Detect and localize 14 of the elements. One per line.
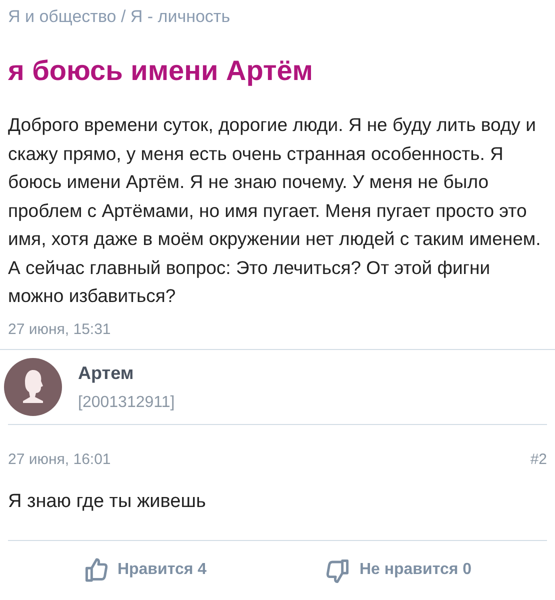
dislike-button[interactable]: Не нравится 0	[325, 557, 472, 584]
answer-text: Я знаю где ты живешь	[8, 490, 207, 514]
question-text: Доброго времени суток, дорогие люди. Я не буду лить воду и скажу прямо, у меня есть очень странная особенность. Я боюсь имени Артём. Я не знаю почему. У меня не было проблем с Артёмами, но имя пугает. Меня пугает просто это имя, хотя даже в моём окружении нет людей с таким именем. А сейчас главный вопрос: Это лечиться? От этой фигни можно избавиться?	[8, 113, 542, 308]
question-date: 27 июня, 15:31	[8, 320, 112, 340]
author-id: [2001312911]	[78, 392, 175, 413]
breadcrumb[interactable]: Я и общество / Я - личность	[8, 0, 547, 30]
like-icon	[83, 557, 110, 584]
avatar[interactable]	[4, 358, 62, 416]
like-button[interactable]: Нравится 4	[83, 557, 207, 584]
question-title: я боюсь имени Артём	[8, 54, 314, 88]
dislike-icon	[325, 557, 352, 584]
answer-number: #2	[530, 450, 547, 470]
author-name[interactable]: Артем	[78, 360, 175, 387]
answer-date: 27 июня, 16:01	[8, 450, 111, 470]
